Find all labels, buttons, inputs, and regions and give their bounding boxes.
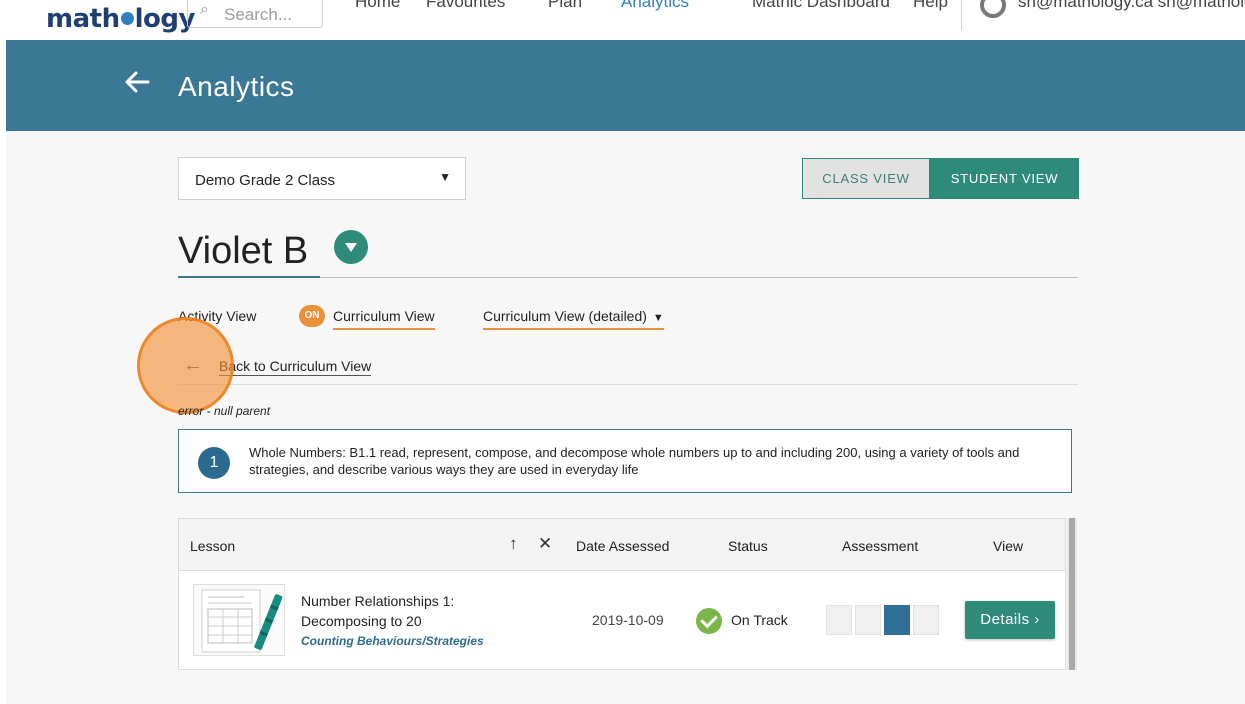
- dropdown-caret-icon: ▼: [439, 170, 451, 184]
- student-name: Violet B: [178, 230, 309, 272]
- click-highlight: [137, 317, 234, 414]
- lesson-table: Lesson ↑ ✕ Date Assessed Status Assessme…: [178, 518, 1066, 670]
- assessment-level-cell: [884, 605, 910, 635]
- error-message: error - null parent: [178, 404, 271, 418]
- assessment-level-cell: [913, 605, 939, 635]
- clear-icon[interactable]: ✕: [538, 534, 552, 554]
- mathology-logo[interactable]: math logy: [46, 4, 195, 34]
- nav-mathic-dashboard[interactable]: Mathic Dashboard: [752, 0, 890, 12]
- nav-analytics[interactable]: Analytics: [621, 0, 689, 12]
- curriculum-expectation: 1 Whole Numbers: B1.1 read, represent, c…: [178, 429, 1072, 493]
- column-assessment[interactable]: Assessment: [842, 538, 918, 554]
- class-select-value: Demo Grade 2 Class: [195, 172, 336, 189]
- curriculum-view-link[interactable]: Curriculum View: [333, 308, 435, 330]
- column-view: View: [993, 538, 1024, 554]
- nav-help[interactable]: Help: [913, 0, 948, 12]
- top-navigation: math logy ⌕ Search... Home Favourites Pla…: [0, 0, 1245, 40]
- column-status[interactable]: Status: [728, 538, 768, 554]
- nav-home[interactable]: Home: [355, 0, 400, 12]
- expectation-number-badge: 1: [198, 447, 230, 479]
- divider: [320, 277, 1078, 278]
- back-to-curriculum-link[interactable]: Back to Curriculum View: [219, 358, 372, 376]
- divider: [178, 384, 1078, 385]
- nav-user[interactable]: sn@mathology.ca sn@mathology.ca: [1018, 0, 1245, 12]
- lesson-title[interactable]: Number Relationships 1: Decomposing to 2…: [301, 591, 501, 631]
- status-label: On Track: [731, 612, 788, 628]
- student-view-button[interactable]: STUDENT VIEW: [930, 158, 1079, 199]
- search-input[interactable]: ⌕ Search...: [187, 0, 323, 28]
- column-date-assessed[interactable]: Date Assessed: [576, 538, 669, 554]
- lesson-thumbnail[interactable]: [193, 584, 285, 656]
- page-header: Analytics: [6, 40, 1245, 131]
- view-toggle: CLASS VIEW STUDENT VIEW: [802, 158, 1079, 199]
- column-lesson: Lesson: [190, 538, 236, 554]
- search-icon: ⌕: [200, 1, 209, 18]
- check-circle-icon: [696, 608, 722, 634]
- student-dropdown-icon[interactable]: [334, 230, 368, 264]
- class-view-button[interactable]: CLASS VIEW: [802, 158, 930, 199]
- table-scrollbar-thumb[interactable]: [1069, 518, 1075, 670]
- curriculum-view-detailed-label: Curriculum View (detailed): [483, 308, 647, 324]
- table-header: Lesson ↑ ✕ Date Assessed Status Assessme…: [179, 519, 1065, 571]
- search-placeholder: Search...: [224, 5, 293, 24]
- user-avatar-icon[interactable]: [980, 0, 1006, 18]
- curriculum-view-detailed-select[interactable]: Curriculum View (detailed) ▼: [483, 308, 664, 330]
- assessment-level-cell: [855, 605, 881, 635]
- student-name-underline: [178, 276, 320, 278]
- date-assessed: 2019-10-09: [592, 612, 664, 628]
- nav-plan[interactable]: Plan: [548, 0, 582, 12]
- details-button[interactable]: Details ›: [965, 601, 1055, 639]
- dropdown-caret-icon: ▼: [652, 312, 664, 324]
- class-select[interactable]: Demo Grade 2 Class ▼: [178, 157, 466, 200]
- nav-favourites[interactable]: Favourites: [426, 0, 505, 12]
- assessment-level-cell: [826, 605, 852, 635]
- on-badge: ON: [299, 305, 325, 327]
- lesson-strand: Counting Behaviours/Strategies: [301, 634, 484, 648]
- expectation-text: Whole Numbers: B1.1 read, represent, com…: [249, 445, 1020, 477]
- sort-up-icon[interactable]: ↑: [509, 534, 518, 554]
- nav-divider: [961, 0, 962, 30]
- worksheet-thumbnail-icon: [201, 589, 283, 653]
- back-arrow-icon[interactable]: [118, 62, 158, 102]
- page-title: Analytics: [178, 71, 295, 102]
